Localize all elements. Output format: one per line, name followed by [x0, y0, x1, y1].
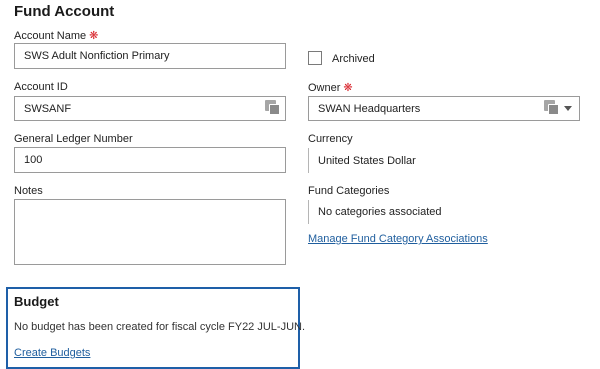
budget-message: No budget has been created for fiscal cy… — [14, 321, 306, 333]
owner-lookup-icon[interactable] — [544, 100, 559, 115]
account-name-label-text: Account Name — [14, 30, 87, 42]
account-name-label: Account Name ❋ — [14, 29, 98, 42]
account-id-label: Account ID — [14, 81, 68, 93]
manage-fund-category-link[interactable]: Manage Fund Category Associations — [308, 233, 488, 245]
currency-value: United States Dollar — [308, 148, 416, 173]
owner-value: SWAN Headquarters — [318, 102, 421, 115]
required-asterisk-icon: ❋ — [89, 30, 99, 42]
gl-number-label: General Ledger Number — [14, 133, 133, 145]
account-name-value: SWS Adult Nonfiction Primary — [24, 50, 170, 62]
archived-checkbox[interactable] — [308, 51, 322, 65]
owner-select[interactable]: SWAN Headquarters — [308, 96, 580, 121]
fund-categories-value-text: No categories associated — [318, 206, 442, 218]
budget-title: Budget — [14, 294, 59, 309]
required-asterisk-icon: ❋ — [343, 82, 353, 94]
chevron-down-icon[interactable] — [564, 106, 572, 111]
fund-categories-label: Fund Categories — [308, 185, 390, 197]
page-title: Fund Account — [14, 3, 115, 20]
create-budgets-link[interactable]: Create Budgets — [14, 347, 90, 359]
notes-textarea[interactable] — [14, 199, 286, 265]
account-id-lookup-icon[interactable] — [265, 100, 280, 115]
archived-label: Archived — [332, 53, 375, 65]
notes-label: Notes — [14, 185, 43, 197]
account-id-value: SWSANF — [24, 102, 72, 115]
owner-label-text: Owner — [308, 82, 341, 94]
gl-number-input[interactable]: 100 — [14, 147, 286, 173]
fund-categories-value: No categories associated — [308, 200, 442, 224]
owner-label: Owner ❋ — [308, 81, 353, 94]
gl-number-value: 100 — [24, 154, 43, 166]
currency-label: Currency — [308, 133, 353, 145]
account-id-input[interactable]: SWSANF — [14, 96, 286, 121]
currency-value-text: United States Dollar — [318, 154, 416, 167]
account-name-input[interactable]: SWS Adult Nonfiction Primary — [14, 43, 286, 69]
